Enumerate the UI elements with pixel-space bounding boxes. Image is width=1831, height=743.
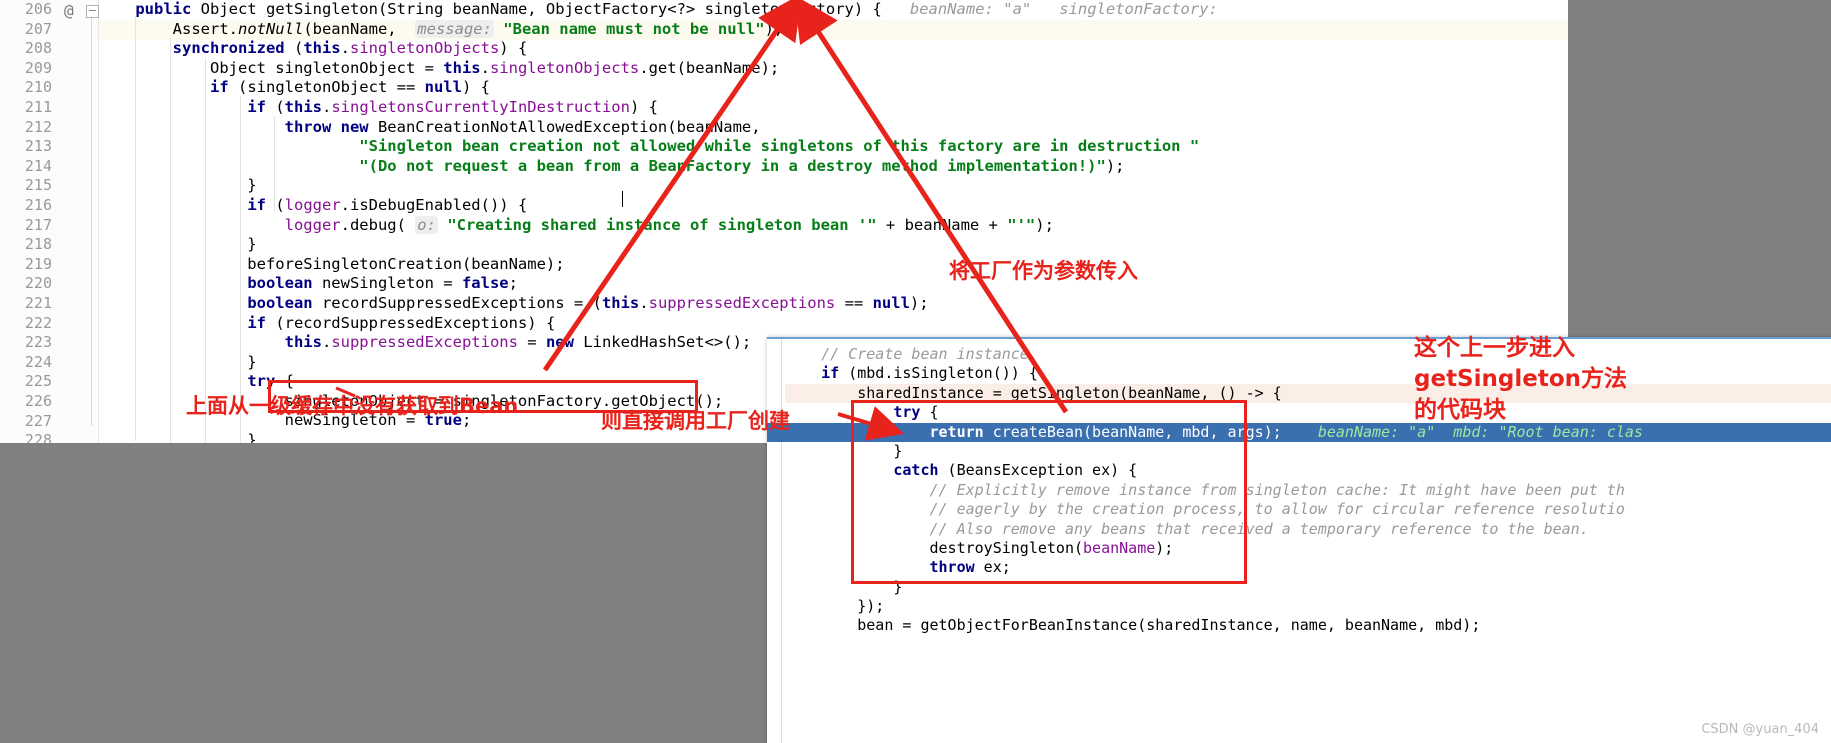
code-line: logger.debug( o: "Creating shared instan…: [284, 215, 1054, 234]
line-number: 225: [24, 372, 52, 391]
line-number: 224: [24, 352, 52, 371]
code-line: public Object getSingleton(String beanNa…: [135, 0, 1218, 18]
annotation-note-far-right-line3: 的代码块: [1414, 397, 1506, 423]
code-line: if (logger.isDebugEnabled()) {: [247, 195, 528, 214]
line-number: 223: [24, 333, 52, 352]
popup-code-line: // Create bean instance.: [821, 345, 1038, 363]
popup-code-line: });: [785, 597, 885, 616]
line-number: 211: [24, 98, 52, 116]
code-line: boolean newSingleton = false;: [247, 274, 518, 293]
code-line: if (this.singletonsCurrentlyInDestructio…: [247, 97, 658, 116]
line-number: 206: [24, 0, 52, 18]
line-number: 213: [24, 137, 52, 156]
line-number: 207: [24, 19, 52, 38]
code-line: boolean recordSuppressedExceptions = (th…: [247, 293, 929, 312]
code-line: }: [98, 235, 257, 254]
line-number: 219: [24, 254, 52, 273]
line-number: 215: [24, 176, 52, 195]
code-line: "Singleton bean creation not allowed whi…: [359, 137, 1200, 156]
code-line: beforeSingletonCreation(beanName);: [98, 254, 565, 273]
line-number: 220: [24, 274, 52, 293]
code-line: Object singletonObject = this.singletonO…: [98, 58, 780, 77]
line-number: 208: [24, 39, 52, 58]
annotation-note-far-right-line1: 这个上一步进入: [1414, 335, 1575, 361]
code-line: throw new BeanCreationNotAllowedExceptio…: [284, 117, 761, 136]
popup-code-line: if (mbd.isSingleton()) {: [821, 364, 1038, 383]
annotation-at-icon[interactable]: @: [64, 1, 74, 20]
annotation-note-left: 上面从一级缓存中没有获取到Bean: [186, 394, 519, 418]
fold-guide-line: [91, 16, 92, 426]
code-line: Assert.notNull(beanName, message: "Bean …: [98, 19, 784, 38]
code-line: if (singletonObject == null) {: [209, 78, 490, 97]
code-line: "(Do not request a bean from a BeanFacto…: [359, 156, 1125, 175]
annotation-note-top-right: 将工厂作为参数传入: [949, 259, 1138, 283]
annotation-note-far-right-line2: getSingleton方法: [1414, 366, 1627, 392]
popup-gutter-divider: [781, 339, 782, 743]
annotation-box-get-singleton-block: [851, 400, 1247, 584]
code-line: synchronized (this.singletonObjects) {: [172, 39, 528, 58]
popup-code-line: bean = getObjectForBeanInstance(sharedIn…: [785, 616, 1481, 635]
code-line: }: [98, 176, 257, 195]
csdn-watermark: CSDN @yuan_404: [1701, 722, 1819, 737]
line-number: 216: [24, 196, 52, 214]
line-number: 227: [24, 411, 52, 430]
text-caret: [622, 191, 623, 207]
line-number: 218: [24, 235, 52, 254]
editor-gutter[interactable]: @ 206 207 208 209 210 211 212 213 214 215 216 217 21…: [0, 0, 99, 443]
annotation-note-bottom: 则直接调用工厂创建: [601, 409, 790, 433]
line-number: 210: [24, 78, 52, 97]
line-number: 214: [24, 156, 52, 175]
line-number: 226: [24, 392, 52, 410]
line-number: 221: [24, 294, 52, 312]
line-number: 228: [24, 431, 52, 443]
line-number: 212: [24, 117, 52, 136]
line-number: 209: [24, 58, 52, 77]
code-line: if (recordSuppressedExceptions) {: [247, 313, 556, 332]
screenshot-root: @ 206 207 208 209 210 211 212 213 214 215 216 217 21…: [0, 0, 1831, 743]
line-number: 217: [24, 215, 52, 234]
line-number: 222: [24, 313, 52, 332]
